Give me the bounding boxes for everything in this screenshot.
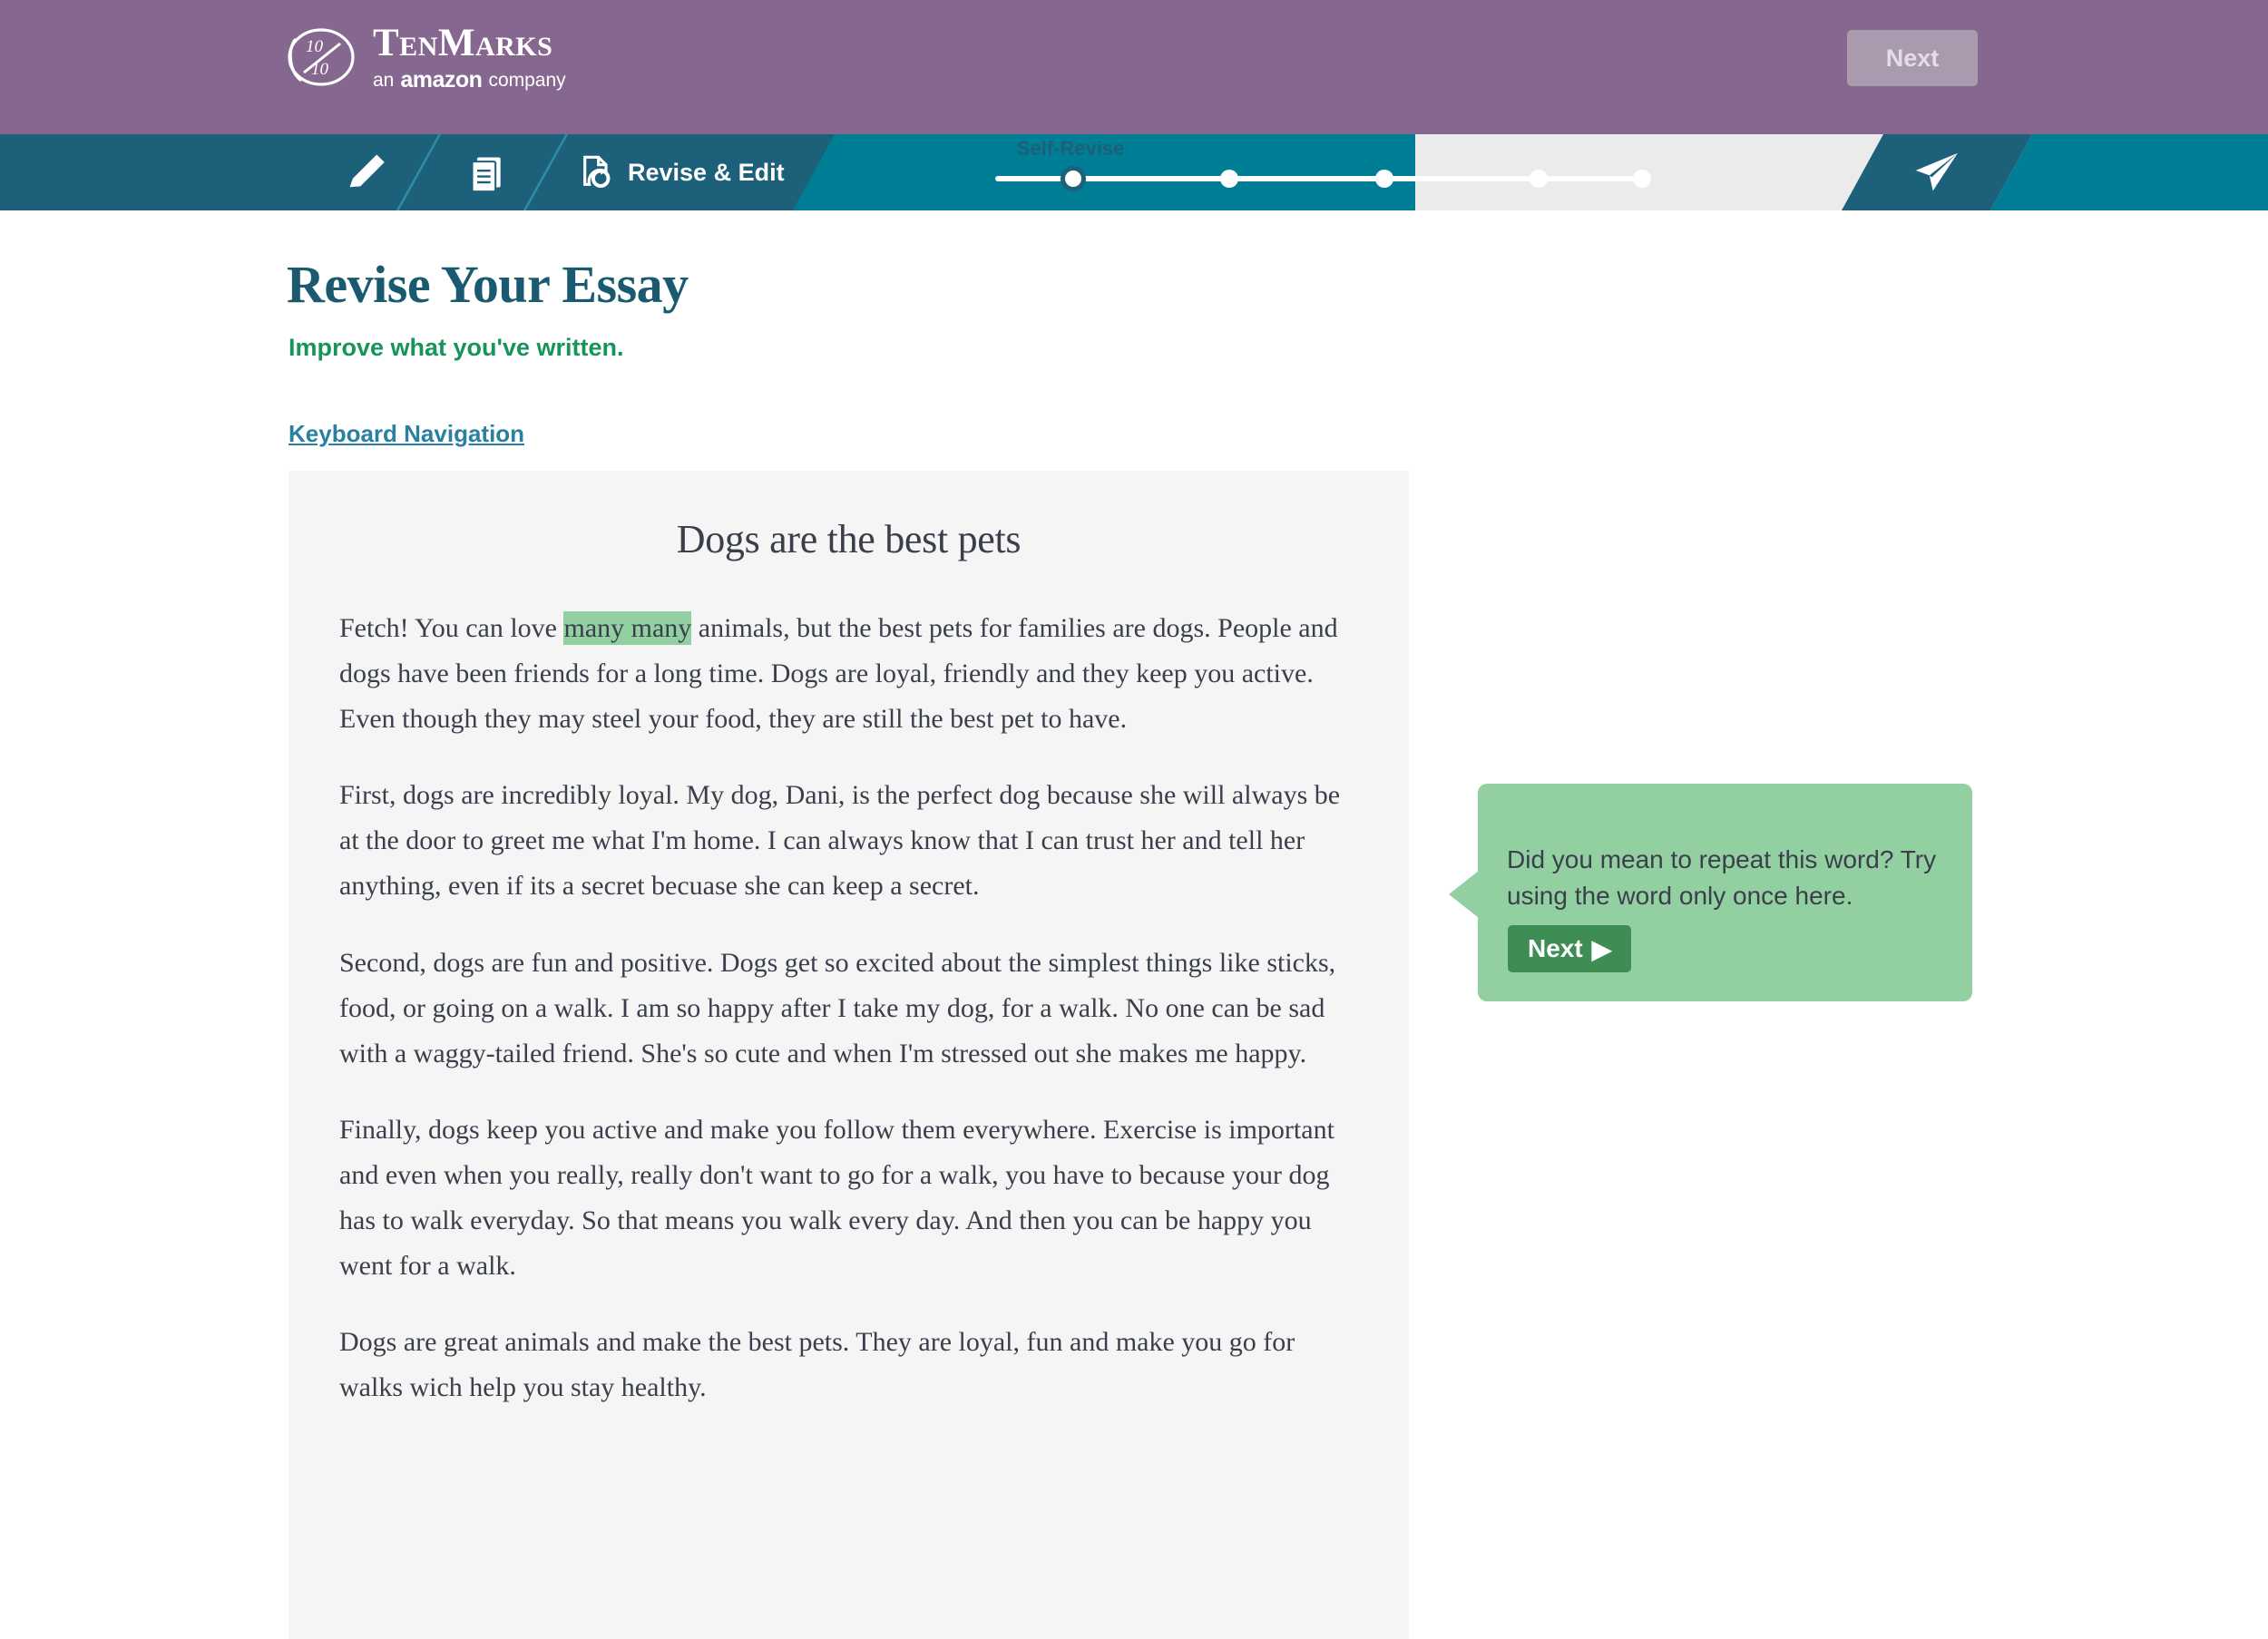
tooltip-next-button[interactable]: Next ▶ — [1508, 925, 1632, 972]
essay-paragraph-4: Finally, dogs keep you active and make y… — [339, 1114, 1334, 1282]
progress-dot-3[interactable] — [1375, 170, 1393, 188]
svg-text:10: 10 — [311, 60, 329, 79]
svg-text:10: 10 — [306, 37, 324, 56]
tooltip-next-label: Next — [1528, 934, 1583, 962]
essay-body[interactable]: Fetch! You can love many many animals, b… — [339, 606, 1358, 1410]
nav-item-revise-edit-label: Revise & Edit — [628, 158, 785, 186]
progress-dot-5[interactable] — [1633, 170, 1651, 188]
nav-item-write[interactable] — [345, 134, 399, 210]
logo-brand-text: TenMarks — [373, 21, 553, 64]
app-header: 10 10 TenMarks an amazon company Next — [0, 0, 2268, 134]
paragraph-1-before: Fetch! You can love — [339, 613, 564, 643]
nav-item-revise-edit[interactable]: Revise & Edit — [579, 134, 785, 210]
header-next-button[interactable]: Next — [1847, 30, 1978, 86]
logo-tagline-amazon: amazon — [400, 66, 483, 93]
essay-paragraph-3: Second, dogs are fun and positive. Dogs … — [339, 947, 1336, 1068]
progress-step-label: Self-Revise — [1016, 137, 1125, 160]
pencil-icon — [349, 154, 385, 188]
essay-editor-panel[interactable]: Dogs are the best pets Fetch! You can lo… — [288, 471, 1409, 1639]
page-title: Revise Your Essay — [287, 255, 689, 314]
logo-wordmark: TenMarks an amazon company — [373, 24, 566, 92]
nav-item-documents[interactable] — [467, 134, 520, 210]
ten-over-ten-mark-icon: 10 10 — [288, 28, 355, 86]
logo-tagline-suffix: company — [488, 69, 566, 91]
revision-hint-tooltip: Did you mean to repeat this word? Try us… — [1449, 784, 1972, 1001]
progress-dot-1[interactable] — [1061, 166, 1086, 191]
essay-paragraph-1: Fetch! You can love many many animals, b… — [339, 606, 1358, 742]
logo-tagline: an amazon company — [373, 66, 566, 93]
essay-paragraph-2: First, dogs are incredibly loyal. My dog… — [339, 780, 1341, 902]
paper-plane-send-icon — [1911, 146, 1963, 199]
documents-icon — [471, 157, 501, 192]
tooltip-message: Did you mean to repeat this word? Try us… — [1507, 845, 1937, 910]
workflow-progress: Self-Revise — [984, 134, 1651, 210]
essay-title: Dogs are the best pets — [676, 517, 1022, 561]
essay-paragraph-5: Dogs are great animals and make the best… — [339, 1327, 1295, 1403]
logo-tagline-prefix: an — [373, 69, 395, 91]
progress-dot-4[interactable] — [1530, 170, 1548, 188]
tooltip-arrow — [1449, 871, 1479, 918]
workflow-navbar: Revise & Edit Self-Revise — [0, 134, 2268, 210]
revise-document-icon — [583, 155, 611, 188]
chevron-right-icon: ▶ — [1591, 934, 1612, 963]
keyboard-navigation-link[interactable]: Keyboard Navigation — [288, 420, 524, 448]
navbar-teal-tail — [1990, 134, 2268, 210]
page-subtitle: Improve what you've written. — [288, 334, 624, 361]
progress-dot-2[interactable] — [1220, 170, 1238, 188]
tenmarks-logo: 10 10 TenMarks an amazon company — [286, 20, 566, 94]
repeated-word-highlight[interactable]: many many — [563, 611, 692, 645]
